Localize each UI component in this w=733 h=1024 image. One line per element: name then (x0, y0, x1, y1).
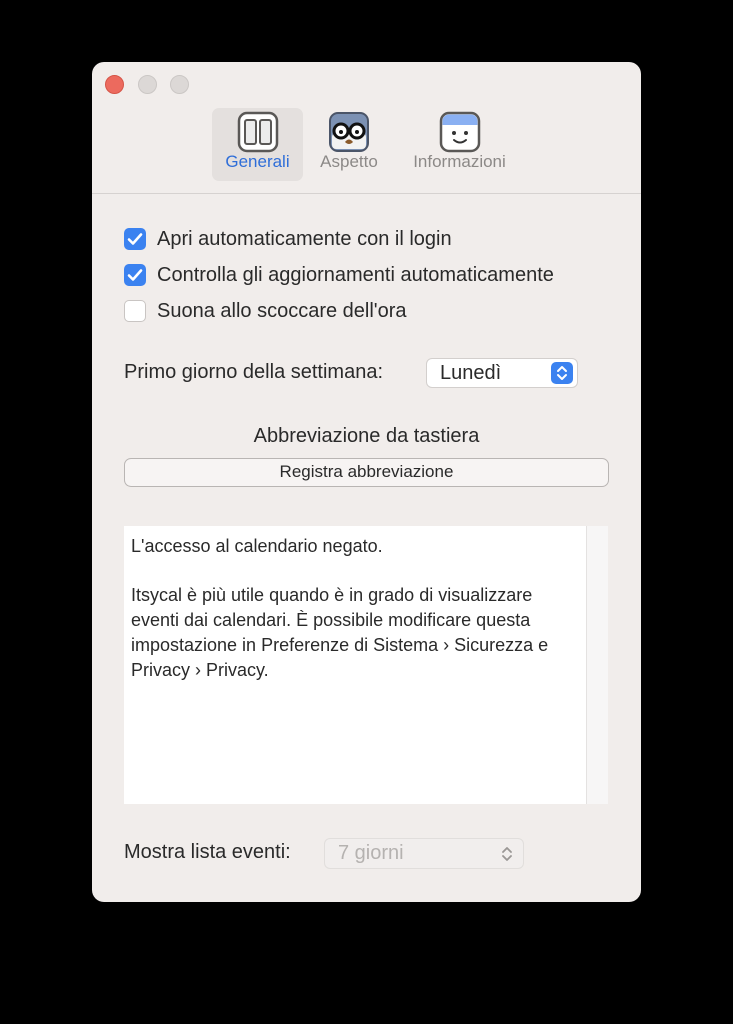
tab-info[interactable]: Informazioni (399, 108, 520, 181)
tab-general-label: Generali (225, 152, 290, 171)
preferences-window: Generali Aspetto Informazioni Apri autom… (92, 62, 641, 902)
notice-body: Itsycal è più utile quando è in grado di… (131, 585, 549, 680)
chime-label: Suona allo scoccare dell'ora (157, 300, 407, 322)
shortcut-heading: Abbreviazione da tastiera (253, 425, 480, 447)
tab-general[interactable]: Generali (212, 108, 303, 181)
events-value: 7 giorni (338, 842, 404, 864)
first-day-label: Primo giorno della settimana: (124, 361, 384, 383)
layout-columns-icon (237, 111, 278, 153)
auto-update-checkbox[interactable] (124, 264, 146, 286)
smiley-calendar-icon (439, 111, 480, 153)
first-day-value: Lunedì (440, 362, 502, 384)
events-label: Mostra lista eventi: (124, 841, 291, 863)
chime-checkbox[interactable] (124, 300, 146, 322)
tab-info-label: Informazioni (413, 152, 506, 171)
select-stepper (551, 362, 573, 384)
textbox-scrollbar[interactable] (586, 526, 608, 804)
calendar-notice-textbox[interactable]: L'accesso al calendario negato. Itsycal … (124, 526, 608, 804)
auto-open-label: Apri automaticamente con il login (157, 228, 452, 250)
up-down-chevron-icon (557, 366, 567, 380)
tab-aspect[interactable]: Aspetto (310, 108, 388, 181)
checkmark-icon (127, 269, 143, 281)
record-shortcut-button[interactable]: Registra abbreviazione (124, 458, 609, 487)
tab-aspect-label: Aspetto (320, 152, 378, 171)
up-down-chevron-icon (502, 847, 512, 861)
checkmark-icon (127, 233, 143, 245)
preferences-toolbar: Generali Aspetto Informazioni (92, 62, 641, 194)
disguise-glasses-icon (329, 112, 369, 152)
notice-title: L'accesso al calendario negato. (131, 536, 383, 556)
events-select: 7 giorni (324, 838, 524, 869)
first-day-select[interactable]: Lunedì (426, 358, 578, 388)
auto-update-label: Controlla gli aggiornamenti automaticame… (157, 264, 554, 286)
auto-open-checkbox[interactable] (124, 228, 146, 250)
